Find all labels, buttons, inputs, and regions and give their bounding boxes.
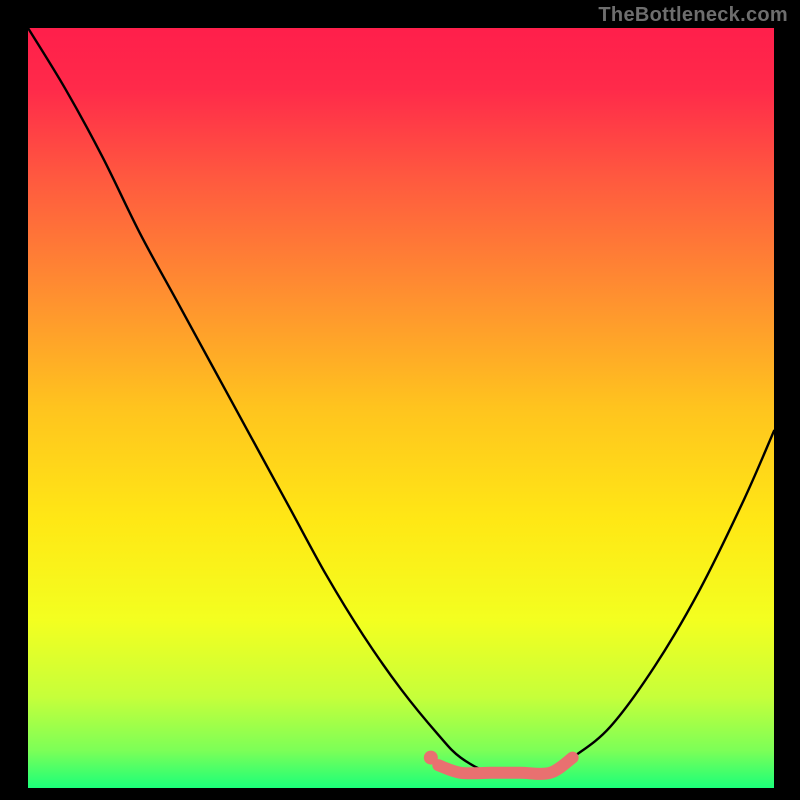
highlight-dot	[424, 751, 438, 765]
chart-container: TheBottleneck.com	[0, 0, 800, 800]
watermark-text: TheBottleneck.com	[598, 4, 788, 27]
chart-svg	[0, 0, 800, 800]
plot-background	[28, 28, 774, 788]
